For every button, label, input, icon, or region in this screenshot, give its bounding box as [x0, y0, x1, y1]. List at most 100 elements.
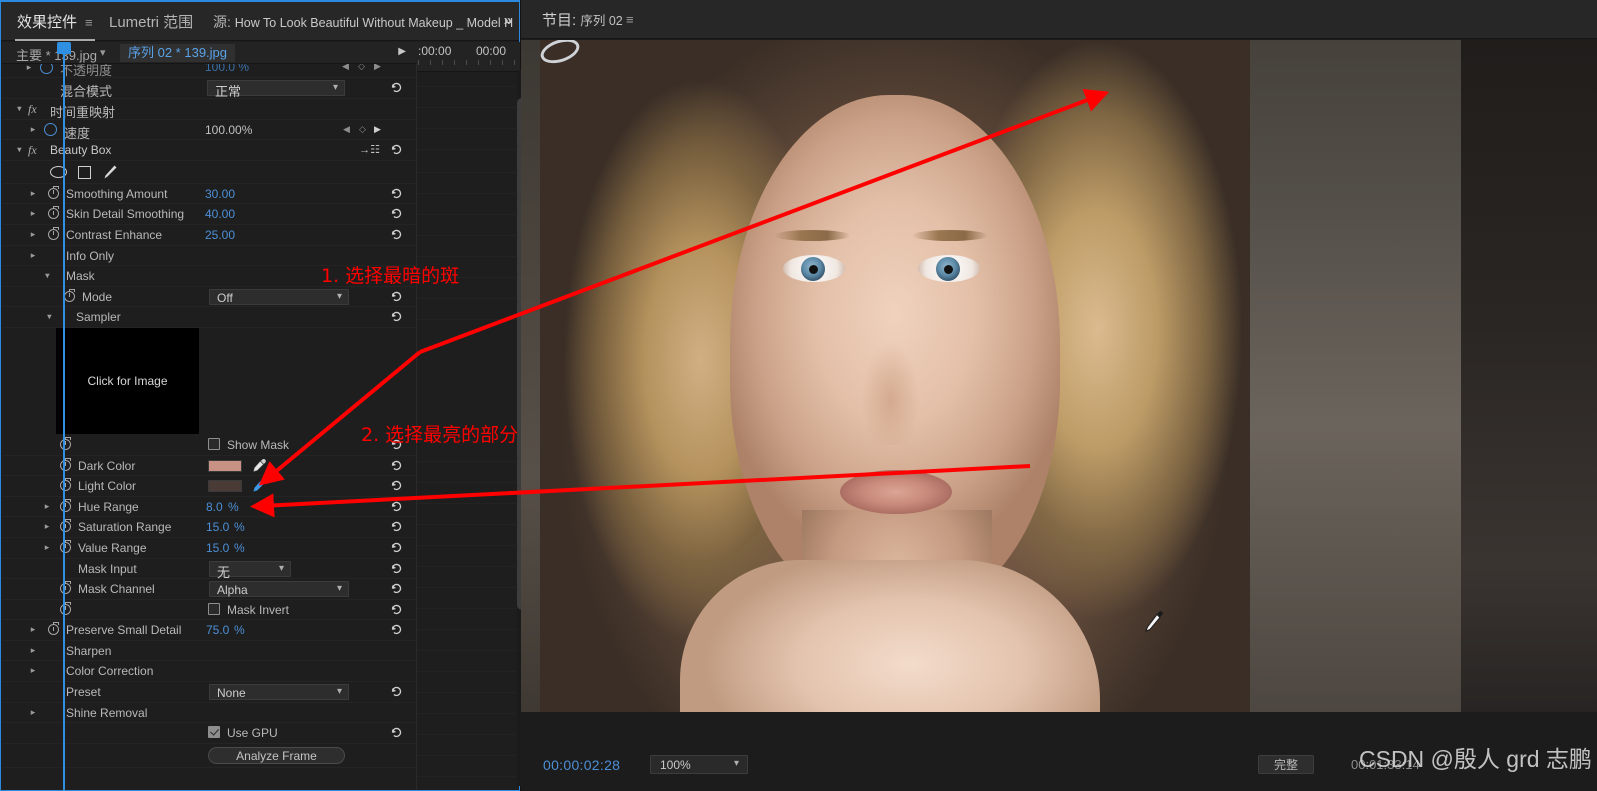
stopwatch-icon[interactable] [60, 436, 71, 450]
mode-dropdown[interactable]: Off ▾ [209, 288, 349, 305]
stopwatch-icon[interactable] [44, 122, 57, 136]
reset-show-mask-icon[interactable] [390, 438, 403, 451]
reset-value-range-icon[interactable] [390, 541, 403, 554]
zoom-level-value: 100% [660, 758, 691, 772]
dark-color-swatch[interactable] [208, 459, 242, 472]
sampler-click-for-image[interactable]: Click for Image [56, 327, 199, 434]
tab-program-monitor[interactable]: 节目: 序列 02 [542, 0, 623, 39]
reset-mask-invert-icon[interactable] [390, 603, 403, 616]
property-label-preset: Preset [66, 685, 101, 700]
property-value-contrast-enhance[interactable]: 25.00 [205, 228, 235, 242]
tab-lumetri-scopes[interactable]: Lumetri 范围 [109, 2, 193, 41]
stopwatch-icon[interactable] [60, 601, 71, 615]
light-color-swatch[interactable] [208, 480, 242, 493]
stopwatch-icon[interactable] [48, 185, 59, 199]
fit-quality-button[interactable]: 完整 [1258, 755, 1314, 774]
show-mask-checkbox[interactable] [208, 437, 220, 450]
mask-channel-dropdown[interactable]: Alpha ▾ [209, 581, 349, 598]
chevron-down-icon: ▾ [336, 290, 342, 302]
video-lips [840, 470, 952, 514]
tab-overflow-chevron-icon[interactable]: » [504, 12, 512, 29]
reset-sampler-icon[interactable] [390, 310, 403, 323]
light-color-eyedropper-icon[interactable] [251, 478, 267, 494]
property-label-speed: 速度 [64, 125, 91, 141]
property-value-speed[interactable]: 100.00% [205, 123, 252, 137]
rectangle-mask-icon[interactable] [78, 165, 91, 179]
chevron-down-icon: ▾ [336, 583, 342, 595]
reset-use-gpu-icon[interactable] [390, 726, 403, 739]
playhead-line [63, 54, 65, 791]
tab-source-monitor[interactable]: 源: How To Look Beautiful Without Makeup … [213, 2, 513, 41]
chevron-down-icon[interactable]: ▾ [100, 46, 106, 59]
reset-light-color-icon[interactable] [390, 479, 403, 492]
reset-mask-input-icon[interactable] [390, 562, 403, 575]
zoom-level-dropdown[interactable]: 100% ▾ [650, 755, 748, 774]
program-menu-icon[interactable]: ≡ [626, 12, 634, 27]
stopwatch-icon[interactable] [48, 226, 59, 240]
property-value-skin-detail-smoothing[interactable]: 40.00 [205, 207, 235, 221]
preset-dropdown[interactable]: None ▾ [209, 684, 349, 701]
property-value-opacity[interactable]: 100.0 % [205, 64, 249, 74]
current-timecode[interactable]: 00:00:02:28 [543, 757, 620, 773]
property-value-preserve-small-detail[interactable]: 75.0 [206, 623, 229, 637]
stopwatch-icon[interactable] [60, 457, 71, 471]
property-label-smoothing-amount: Smoothing Amount [66, 186, 168, 201]
blend-mode-dropdown[interactable]: 正常 ▾ [207, 80, 345, 99]
chevron-down-icon: ▾ [332, 82, 338, 93]
reset-contrast-enhance-icon[interactable] [390, 228, 403, 241]
property-unit-preserve-small-detail: % [234, 623, 245, 638]
video-frame[interactable] [540, 40, 1250, 740]
property-label-shine-removal: Shine Removal [66, 705, 148, 720]
reset-preset-icon[interactable] [390, 685, 403, 698]
stopwatch-icon[interactable] [60, 478, 71, 492]
reset-preserve-small-detail-icon[interactable] [390, 623, 403, 636]
reset-smoothing-amount-icon[interactable] [390, 187, 403, 200]
reset-saturation-range-icon[interactable] [390, 520, 403, 533]
panel-menu-icon[interactable]: ≡ [85, 15, 93, 30]
pen-mask-icon[interactable] [102, 164, 118, 181]
clip-selector-sequence[interactable]: 序列 02 * 139.jpg [120, 44, 236, 62]
video-eye-left [783, 255, 845, 282]
tab-effect-controls-label: 效果控件 [17, 14, 78, 31]
effect-controls-timeline-ruler[interactable]: :00:00 00:00 [416, 42, 520, 72]
play-icon[interactable]: ▶ [398, 46, 406, 57]
ruler-ticks [416, 60, 520, 66]
property-value-hue-range[interactable]: 8.0 [206, 500, 223, 514]
tab-effect-controls[interactable]: 效果控件 ≡ [15, 2, 95, 41]
property-label-time-remapping: 时间重映射 [50, 105, 116, 120]
reset-skin-detail-smoothing-icon[interactable] [390, 207, 403, 220]
ruler-time-start: :00:00 [418, 44, 452, 58]
reset-blend-mode-icon[interactable] [390, 81, 403, 94]
reset-mode-icon[interactable] [390, 290, 403, 303]
reset-beauty-box-icon[interactable] [390, 143, 403, 156]
dark-color-eyedropper-icon[interactable] [251, 458, 267, 474]
property-label-color-correction: Color Correction [66, 664, 154, 679]
reset-hue-range-icon[interactable] [390, 500, 403, 513]
property-label-opacity: 不透明度 [60, 64, 113, 78]
program-monitor-status-bar: 00:00:02:28 100% ▾ 完整 00:01:33:14 CSDN @… [521, 712, 1597, 791]
stopwatch-icon[interactable] [48, 206, 59, 220]
stopwatch-icon[interactable] [60, 581, 71, 595]
property-label-mask: Mask [66, 269, 95, 284]
reset-dark-color-icon[interactable] [390, 459, 403, 472]
reset-mask-channel-icon[interactable] [390, 582, 403, 595]
stopwatch-icon[interactable] [60, 519, 71, 533]
timeline-playhead[interactable] [57, 42, 71, 57]
property-value-smoothing-amount[interactable]: 30.00 [205, 187, 235, 201]
use-gpu-checkbox[interactable] [208, 726, 220, 739]
property-label-hue-range: Hue Range [78, 499, 139, 514]
stopwatch-icon[interactable] [60, 498, 71, 512]
property-value-value-range[interactable]: 15.0 [206, 541, 229, 555]
property-label-dark-color: Dark Color [78, 458, 136, 473]
property-value-saturation-range[interactable]: 15.0 [206, 520, 229, 534]
program-monitor-video-area[interactable] [521, 40, 1597, 740]
mask-input-dropdown[interactable]: 无 ▾ [209, 560, 291, 580]
program-monitor-tab-bar: 节目: 序列 02 ≡ [521, 0, 1597, 39]
stopwatch-icon[interactable] [64, 288, 75, 302]
stopwatch-icon[interactable] [48, 622, 59, 636]
analyze-frame-button[interactable]: Analyze Frame [208, 746, 345, 764]
property-label-mask-invert: Mask Invert [227, 602, 290, 617]
mask-invert-checkbox[interactable] [208, 602, 220, 615]
effect-mask-icon[interactable]: →☷ [359, 143, 380, 156]
stopwatch-icon[interactable] [60, 539, 71, 553]
